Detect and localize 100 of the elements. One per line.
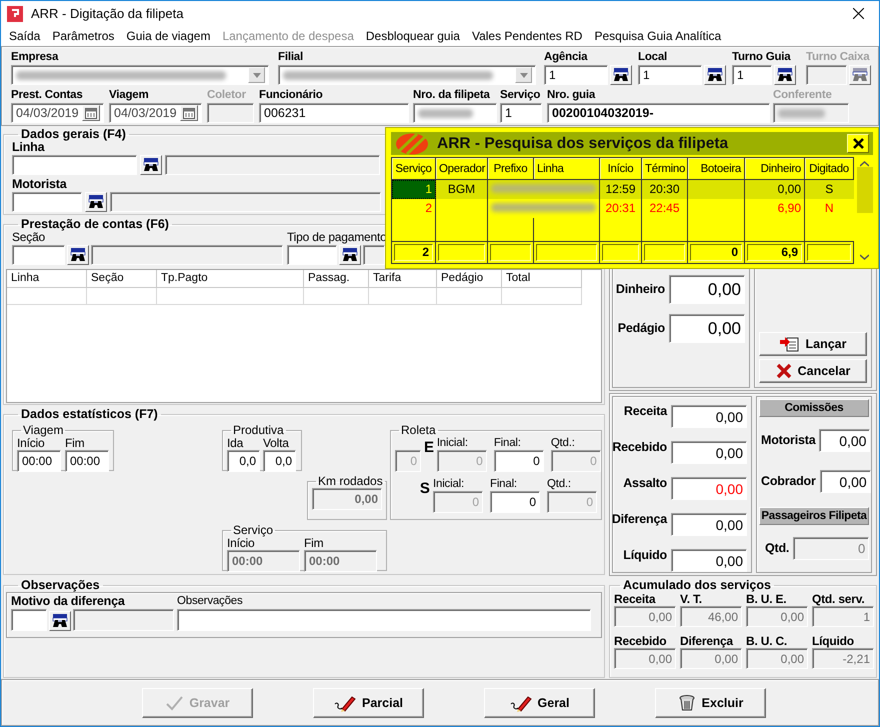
field-label: Qtd. bbox=[765, 540, 790, 557]
action-button[interactable]: Geral bbox=[484, 688, 595, 718]
total-cell: 2 bbox=[394, 244, 433, 261]
field-label: Ida bbox=[227, 437, 244, 450]
lookup-button[interactable] bbox=[49, 611, 71, 631]
dropdown-button[interactable] bbox=[515, 67, 532, 83]
column-header[interactable]: Serviço bbox=[392, 158, 436, 180]
text-field[interactable]: 0,00 bbox=[671, 549, 747, 572]
calendar-button[interactable] bbox=[180, 105, 198, 121]
total-cell bbox=[438, 244, 485, 261]
field-label: Coletor bbox=[207, 89, 246, 102]
text-field[interactable]: 0,00 bbox=[819, 429, 870, 452]
text-field[interactable] bbox=[73, 609, 174, 631]
field-label: Empresa bbox=[11, 51, 58, 64]
menu-item[interactable]: Guia de viagem bbox=[120, 29, 216, 43]
text-field[interactable]: 0,00 bbox=[669, 275, 745, 304]
field-label: V. T. bbox=[680, 593, 702, 606]
text-field[interactable] bbox=[177, 609, 591, 631]
text-field[interactable]: 0,00 bbox=[671, 405, 747, 428]
column-header[interactable]: Botoeira bbox=[688, 158, 744, 180]
action-button[interactable]: Excluir bbox=[655, 688, 766, 718]
text-field[interactable] bbox=[363, 245, 385, 265]
column-header[interactable]: Início bbox=[600, 158, 642, 180]
text-field[interactable]: 0,00 bbox=[746, 648, 808, 669]
text-field[interactable]: 0,00 bbox=[820, 470, 871, 493]
field-label: Dinheiro bbox=[616, 281, 665, 298]
text-field[interactable]: 1 bbox=[732, 65, 772, 85]
close-button[interactable] bbox=[847, 134, 869, 153]
lookup-button[interactable] bbox=[140, 155, 162, 175]
field-label: Inicial: bbox=[433, 478, 465, 491]
text-field[interactable]: 46,00 bbox=[680, 606, 742, 627]
column-header[interactable]: Dinheiro bbox=[744, 158, 804, 180]
column-header[interactable]: Linha bbox=[534, 158, 600, 180]
text-field[interactable]: 1 bbox=[544, 65, 608, 85]
text-field[interactable]: 0,00 bbox=[671, 513, 747, 536]
group-title: Dados gerais (F4) bbox=[20, 127, 127, 141]
menu-item[interactable]: Desbloquear guia bbox=[360, 29, 466, 43]
field-label: Fim bbox=[65, 437, 84, 450]
text-field[interactable] bbox=[91, 245, 283, 265]
text-field[interactable]: 0,00 bbox=[671, 477, 747, 500]
text-field[interactable] bbox=[278, 65, 536, 85]
lookup-button[interactable] bbox=[774, 65, 796, 85]
text-field[interactable]: 006231 bbox=[259, 103, 409, 123]
text-field[interactable] bbox=[12, 245, 65, 265]
field-label: Linha bbox=[12, 141, 44, 154]
row-label: E bbox=[424, 438, 434, 458]
lookup-button[interactable] bbox=[339, 245, 361, 265]
text-field[interactable]: 1 bbox=[812, 606, 874, 627]
action-button[interactable]: Cancelar bbox=[759, 359, 867, 383]
menu-item[interactable]: Saída bbox=[3, 29, 46, 43]
text-field[interactable] bbox=[11, 65, 269, 85]
field-label: Receita bbox=[624, 405, 667, 418]
field-label: Fim bbox=[304, 537, 324, 550]
text-field[interactable] bbox=[287, 245, 337, 265]
column-header[interactable]: Término bbox=[642, 158, 688, 180]
text-field[interactable] bbox=[110, 192, 381, 212]
text-field[interactable]: 0,00 bbox=[669, 314, 745, 343]
text-field[interactable] bbox=[413, 103, 497, 123]
menu-item[interactable]: Pesquisa Guia Analítica bbox=[588, 29, 728, 43]
text-field[interactable]: 0,00 bbox=[614, 606, 676, 627]
text-field[interactable]: 00200104032019- bbox=[547, 103, 770, 123]
field-label: Início bbox=[227, 537, 254, 550]
lookup-button[interactable] bbox=[704, 65, 726, 85]
lookup-button[interactable] bbox=[610, 65, 632, 85]
lookup-button[interactable] bbox=[67, 245, 89, 265]
text-field[interactable]: 0,00 bbox=[680, 648, 742, 669]
lookup-button[interactable] bbox=[85, 192, 107, 212]
text-field[interactable]: 00:00 bbox=[65, 450, 109, 472]
table-cell: 2 bbox=[392, 198, 436, 218]
close-icon bbox=[852, 138, 864, 149]
calendar-button[interactable] bbox=[82, 105, 100, 121]
text-field[interactable]: 0,00 bbox=[746, 606, 808, 627]
group-title: Roleta bbox=[400, 423, 437, 437]
text-field[interactable]: 00:00 bbox=[17, 450, 61, 472]
text-field[interactable] bbox=[165, 155, 380, 175]
binoculars-icon bbox=[613, 68, 629, 82]
action-button[interactable]: Lançar bbox=[759, 332, 867, 356]
action-button[interactable]: Parcial bbox=[313, 688, 424, 718]
text-field[interactable]: 0,0 bbox=[227, 450, 260, 472]
text-field[interactable]: 1 bbox=[638, 65, 702, 85]
menu-item[interactable]: Parâmetros bbox=[46, 29, 120, 43]
dropdown-button[interactable] bbox=[248, 67, 265, 83]
text-field[interactable]: 0,00 bbox=[614, 648, 676, 669]
text-field[interactable] bbox=[12, 192, 82, 212]
section-header: Comissões bbox=[759, 399, 869, 417]
text-field[interactable]: 04/03/2019 bbox=[11, 103, 104, 123]
text-field[interactable] bbox=[12, 155, 137, 175]
text-field[interactable]: 1 bbox=[500, 103, 542, 123]
text-field[interactable] bbox=[11, 609, 47, 631]
field-label: Pedágio bbox=[618, 320, 665, 337]
text-field[interactable]: 0,0 bbox=[263, 450, 296, 472]
column-header[interactable]: Operador bbox=[436, 158, 488, 180]
text-field[interactable]: -2,21 bbox=[812, 648, 874, 669]
text-field[interactable]: 04/03/2019 bbox=[109, 103, 202, 123]
group-title: Dados estatísticos (F7) bbox=[20, 407, 159, 421]
dialog-title: ARR - Pesquisa dos serviços da filipeta bbox=[437, 134, 730, 152]
column-header[interactable]: Digitado bbox=[804, 158, 854, 180]
text-field[interactable]: 0,00 bbox=[671, 441, 747, 464]
column-header[interactable]: Prefixo bbox=[488, 158, 534, 180]
menu-item[interactable]: Vales Pendentes RD bbox=[466, 29, 588, 43]
